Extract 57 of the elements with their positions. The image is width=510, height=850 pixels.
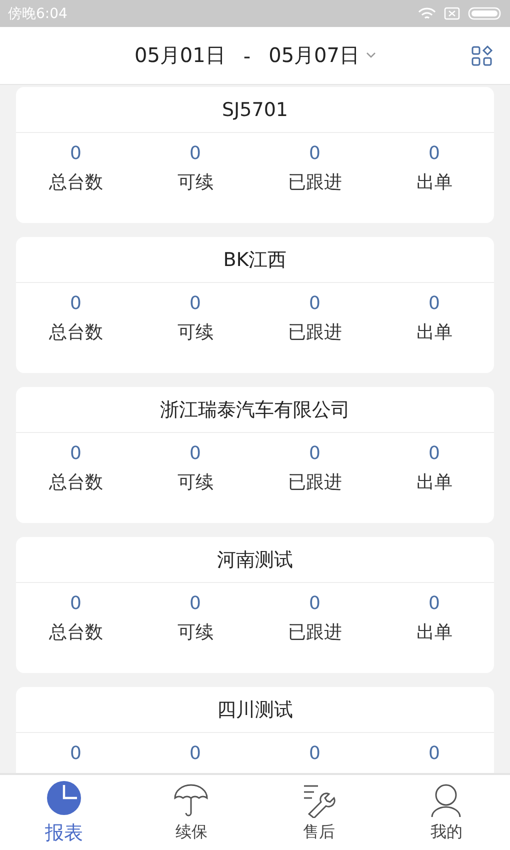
stat-label: 已跟进 [288, 471, 342, 494]
tab[interactable]: 报表 [0, 775, 128, 850]
chevron-down-icon [366, 52, 376, 59]
stat-value: 0 [309, 443, 320, 464]
stat-label: 总台数 [48, 471, 103, 494]
stat-label: 出单 [416, 171, 452, 194]
company-name: BK江西 [16, 237, 494, 283]
company-card[interactable]: BK江西 0 总台数 0 可续 0 已跟进 0 出单 [16, 237, 494, 373]
company-name: 四川测试 [16, 687, 494, 733]
company-name: 河南测试 [16, 537, 494, 583]
stat-value: 0 [309, 143, 320, 164]
stat-value: 0 [428, 143, 440, 164]
grid-icon[interactable] [471, 45, 493, 67]
stat-label: 可续 [177, 171, 214, 194]
stat-label: 出单 [416, 321, 452, 344]
stat-value: 0 [70, 743, 82, 764]
company-name: SJ5701 [16, 87, 494, 133]
stat-label: 出单 [416, 621, 452, 644]
sim-icon [444, 7, 460, 20]
stat-value: 0 [428, 743, 440, 764]
stat-value: 0 [70, 143, 82, 164]
umbrella-icon [173, 782, 210, 818]
stat-value: 0 [190, 443, 201, 464]
stat-value: 0 [190, 593, 201, 614]
stat-label: 已跟进 [288, 621, 342, 644]
stat-label: 可续 [177, 321, 214, 344]
stat-label: 可续 [177, 621, 214, 644]
stat-label: 可续 [177, 471, 214, 494]
stat-label: 总台数 [48, 321, 103, 344]
stat-label: 已跟进 [288, 171, 342, 194]
company-card[interactable]: 四川测试 0 0 0 0 [16, 687, 494, 773]
company-card[interactable]: 河南测试 0 总台数 0 可续 0 已跟进 0 出单 [16, 537, 494, 673]
tab[interactable]: 售后 [255, 775, 382, 850]
stat-value: 0 [70, 443, 82, 464]
tab[interactable]: 我的 [382, 775, 510, 850]
stat-value: 0 [190, 743, 201, 764]
company-card[interactable]: 浙江瑞泰汽车有限公司 0 总台数 0 可续 0 已跟进 0 出单 [16, 387, 494, 523]
stat-value: 0 [428, 293, 440, 314]
stat-value: 0 [309, 743, 320, 764]
stat-value: 0 [190, 293, 201, 314]
tab[interactable]: 续保 [128, 775, 255, 850]
stat-value: 0 [428, 443, 440, 464]
stat-label: 总台数 [48, 171, 103, 194]
stat-value: 0 [70, 293, 82, 314]
stat-label: 总台数 [48, 621, 103, 644]
company-name: 浙江瑞泰汽车有限公司 [16, 387, 494, 433]
company-card[interactable]: SJ5701 0 总台数 0 可续 0 已跟进 0 出单 [16, 87, 494, 223]
pie-chart-icon [46, 780, 82, 816]
stat-label: 出单 [416, 471, 452, 494]
stat-label: 已跟进 [288, 321, 342, 344]
stat-value: 0 [309, 593, 320, 614]
stat-value: 0 [70, 593, 82, 614]
wifi-icon [418, 6, 436, 20]
stat-value: 0 [190, 143, 201, 164]
battery-icon [468, 7, 502, 20]
stat-value: 0 [428, 593, 440, 614]
stat-value: 0 [309, 293, 320, 314]
